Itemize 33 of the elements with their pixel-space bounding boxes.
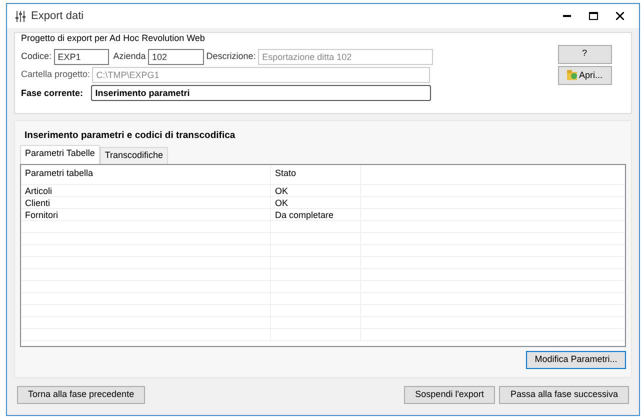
company-field[interactable]: 102: [148, 48, 204, 65]
back-button[interactable]: Torna alla fase precedente: [17, 386, 146, 404]
help-button[interactable]: ?: [558, 44, 612, 64]
folder-field[interactable]: C:\TMP\EXPG1: [92, 67, 430, 83]
code-field[interactable]: EXP1: [54, 48, 109, 65]
column-header: Stato: [275, 167, 296, 180]
description-field[interactable]: Esportazione ditta 102: [258, 48, 434, 65]
open-button[interactable]: Apri...: [558, 66, 612, 85]
section-title: Inserimento parametri e codici di transcodifica: [24, 130, 236, 140]
table-cell: OK: [275, 186, 288, 196]
group-title: Progetto di export per Ad Hoc Revolution Web: [21, 33, 205, 43]
field-label: Fase corrente:: [21, 86, 84, 100]
next-button[interactable]: Passa alla fase successiva: [499, 386, 629, 404]
table-cell: Fornitori: [25, 210, 58, 220]
table-cell: Da completare: [275, 210, 334, 220]
modify-parameters-button[interactable]: Modifica Parametri...: [526, 351, 626, 369]
tab[interactable]: Transcodifiche: [100, 147, 168, 164]
table-cell: OK: [275, 198, 288, 208]
field-label: Descrizione:: [206, 50, 256, 63]
phase-field: Inserimento parametri: [91, 85, 432, 102]
suspend-button[interactable]: Sospendi l'export: [404, 386, 495, 404]
maximize-icon[interactable]: [589, 12, 598, 20]
close-icon[interactable]: [616, 12, 624, 20]
window-title: Export dati: [31, 8, 84, 24]
field-label: Azienda: [113, 50, 146, 63]
table-cell: Articoli: [25, 186, 52, 196]
folder-icon: [566, 70, 577, 80]
tab[interactable]: Parametri Tabelle: [20, 145, 100, 164]
field-label: Cartella progetto:: [21, 68, 90, 82]
column-header: Parametri tabella: [25, 167, 94, 180]
table-cell: Clienti: [25, 198, 50, 208]
sliders-icon: [15, 10, 26, 22]
field-label: Codice:: [21, 50, 52, 63]
